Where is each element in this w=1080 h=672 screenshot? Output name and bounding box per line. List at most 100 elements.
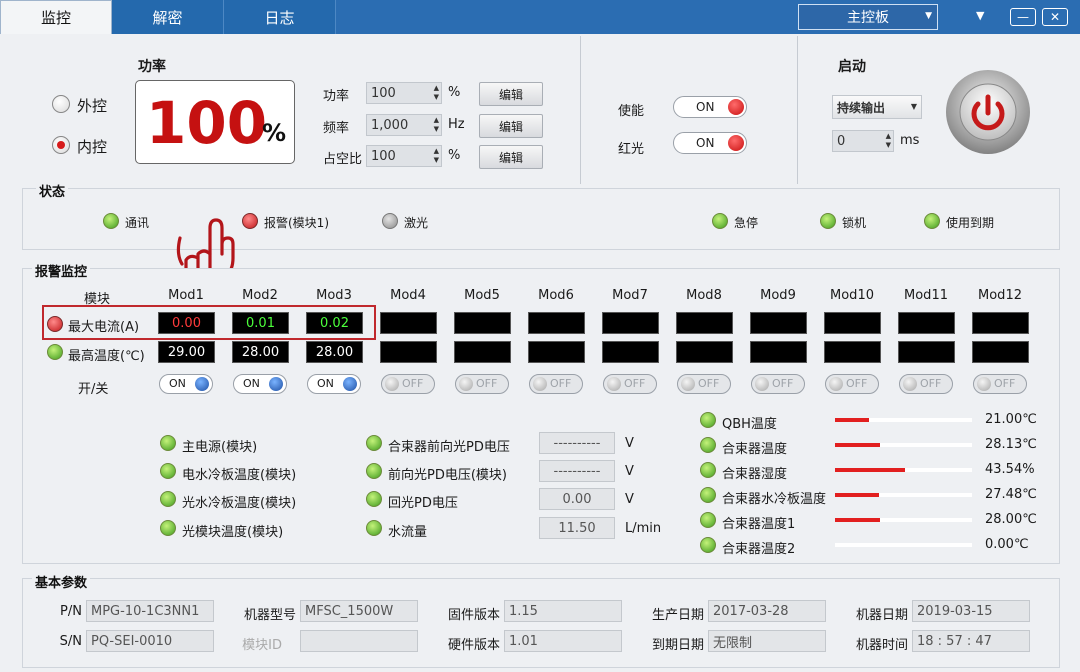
monitor-app: 监控 解密 日志 主控板 ▼ ▼ — ✕ 功率 外控 内控 100 % 功率 1…	[0, 0, 1080, 672]
red-light-label: 红光	[618, 142, 645, 157]
start-delay-unit: ms	[900, 133, 920, 148]
field-frequency-label: 频率	[323, 121, 350, 136]
module-switch[interactable]: OFF	[603, 374, 657, 394]
status-comm-label: 通讯	[125, 216, 150, 230]
board-select-value: 主控板	[847, 10, 889, 26]
temp-cell	[454, 341, 511, 363]
prod-date-value: 2017-03-28	[708, 600, 826, 622]
alarm-title: 报警监控	[32, 261, 91, 280]
module-switch[interactable]: OFF	[825, 374, 879, 394]
power-button[interactable]	[946, 70, 1030, 154]
power-display-unit: %	[262, 119, 287, 147]
module-switch[interactable]: ON	[307, 374, 361, 394]
current-cell	[528, 312, 585, 334]
hardware-label: 硬件版本	[447, 638, 500, 653]
module-switch[interactable]: OFF	[677, 374, 731, 394]
temp-cell	[380, 341, 437, 363]
left-check-label: 电水冷板温度(模块)	[182, 468, 297, 483]
current-cell	[380, 312, 437, 334]
module-switch-state: ON	[317, 377, 334, 390]
prod-date-label: 生产日期	[651, 608, 704, 623]
spin-arrows-icon[interactable]: ▲ ▼	[434, 116, 439, 134]
divider	[797, 36, 798, 184]
tab-log[interactable]: 日志	[224, 0, 336, 34]
current-cell	[676, 312, 733, 334]
spin-arrows-icon[interactable]: ▲ ▼	[434, 84, 439, 102]
mid-check-value: ----------	[539, 432, 615, 454]
module-switch[interactable]: ON	[159, 374, 213, 394]
gauge-bar	[835, 518, 972, 522]
dropdown-arrow-icon[interactable]: ▼	[976, 9, 984, 22]
module-header-cell: Mod8	[686, 288, 722, 303]
module-header-cell: Mod7	[612, 288, 648, 303]
field-frequency-input[interactable]: 1,000 ▲ ▼	[366, 114, 442, 136]
mid-check-value: 0.00	[539, 488, 615, 510]
red-light-toggle-state: ON	[696, 136, 715, 150]
radio-internal[interactable]	[52, 136, 70, 154]
edit-duty-button[interactable]: 编辑	[479, 145, 543, 169]
basic-panel	[22, 578, 1060, 668]
gauge-value: 28.00℃	[985, 512, 1037, 527]
temp-cell	[972, 341, 1029, 363]
module-header-cell: Mod2	[242, 288, 278, 303]
module-switch[interactable]: OFF	[529, 374, 583, 394]
current-cell	[824, 312, 881, 334]
tab-decrypt[interactable]: 解密	[112, 0, 224, 34]
switch-knob-icon	[977, 377, 991, 391]
edit-frequency-button[interactable]: 编辑	[479, 114, 543, 138]
start-mode-select[interactable]: 持续输出 ▼	[832, 95, 922, 119]
temp-cell: 28.00	[232, 341, 289, 363]
module-header-cell: Mod9	[760, 288, 796, 303]
gauge-label: QBH温度	[722, 417, 777, 432]
module-header-cell: Mod6	[538, 288, 574, 303]
module-switch-state: OFF	[698, 377, 720, 390]
laser-led-icon	[382, 213, 398, 229]
module-header-cell: Mod4	[390, 288, 426, 303]
gauge-bar	[835, 418, 972, 422]
board-select[interactable]: 主控板 ▼	[798, 4, 938, 30]
spin-arrows-icon[interactable]: ▲ ▼	[886, 132, 891, 150]
edit-power-button[interactable]: 编辑	[479, 82, 543, 106]
radio-external[interactable]	[52, 95, 70, 113]
check-led-icon	[366, 491, 382, 507]
check-led-icon	[366, 520, 382, 536]
gauge-bar	[835, 468, 972, 472]
field-duty-unit: %	[448, 148, 461, 163]
field-duty-input[interactable]: 100 ▲ ▼	[366, 145, 442, 167]
enable-toggle[interactable]: ON	[673, 96, 747, 118]
module-switch[interactable]: ON	[233, 374, 287, 394]
gauge-value: 27.48℃	[985, 487, 1037, 502]
tab-monitor[interactable]: 监控	[0, 0, 112, 34]
machine-time-value: 18 : 57 : 47	[912, 630, 1030, 652]
power-display-value: 100	[146, 89, 268, 157]
mid-check-label: 合束器前向光PD电压	[388, 440, 510, 455]
field-power-label: 功率	[323, 89, 350, 104]
enable-label: 使能	[618, 104, 645, 119]
power-display: 100 %	[135, 80, 295, 164]
power-icon	[959, 83, 1017, 141]
expire-date-label: 到期日期	[651, 638, 704, 653]
switch-knob-icon	[195, 377, 209, 391]
gauge-bar-fill	[835, 418, 869, 422]
module-switch[interactable]: OFF	[751, 374, 805, 394]
spin-arrows-icon[interactable]: ▲ ▼	[434, 147, 439, 165]
red-light-toggle[interactable]: ON	[673, 132, 747, 154]
minimize-icon[interactable]: —	[1010, 8, 1036, 26]
status-alarm-label: 报警(模块1)	[264, 216, 329, 230]
start-delay-input[interactable]: 0 ▲ ▼	[832, 130, 894, 152]
module-switch[interactable]: OFF	[899, 374, 953, 394]
start-mode-value: 持续输出	[837, 100, 886, 115]
field-frequency-value: 1,000	[371, 117, 409, 133]
module-switch[interactable]: OFF	[455, 374, 509, 394]
status-estop-label: 急停	[734, 216, 759, 230]
temp-cell: 29.00	[158, 341, 215, 363]
left-check-label: 光模块温度(模块)	[182, 525, 284, 540]
module-switch[interactable]: OFF	[381, 374, 435, 394]
mid-check-unit: V	[625, 464, 634, 479]
model-label: 机器型号	[243, 608, 296, 623]
mid-check-label: 水流量	[388, 525, 428, 540]
temp-cell	[602, 341, 659, 363]
field-power-input[interactable]: 100 ▲ ▼	[366, 82, 442, 104]
module-switch[interactable]: OFF	[973, 374, 1027, 394]
close-icon[interactable]: ✕	[1042, 8, 1068, 26]
